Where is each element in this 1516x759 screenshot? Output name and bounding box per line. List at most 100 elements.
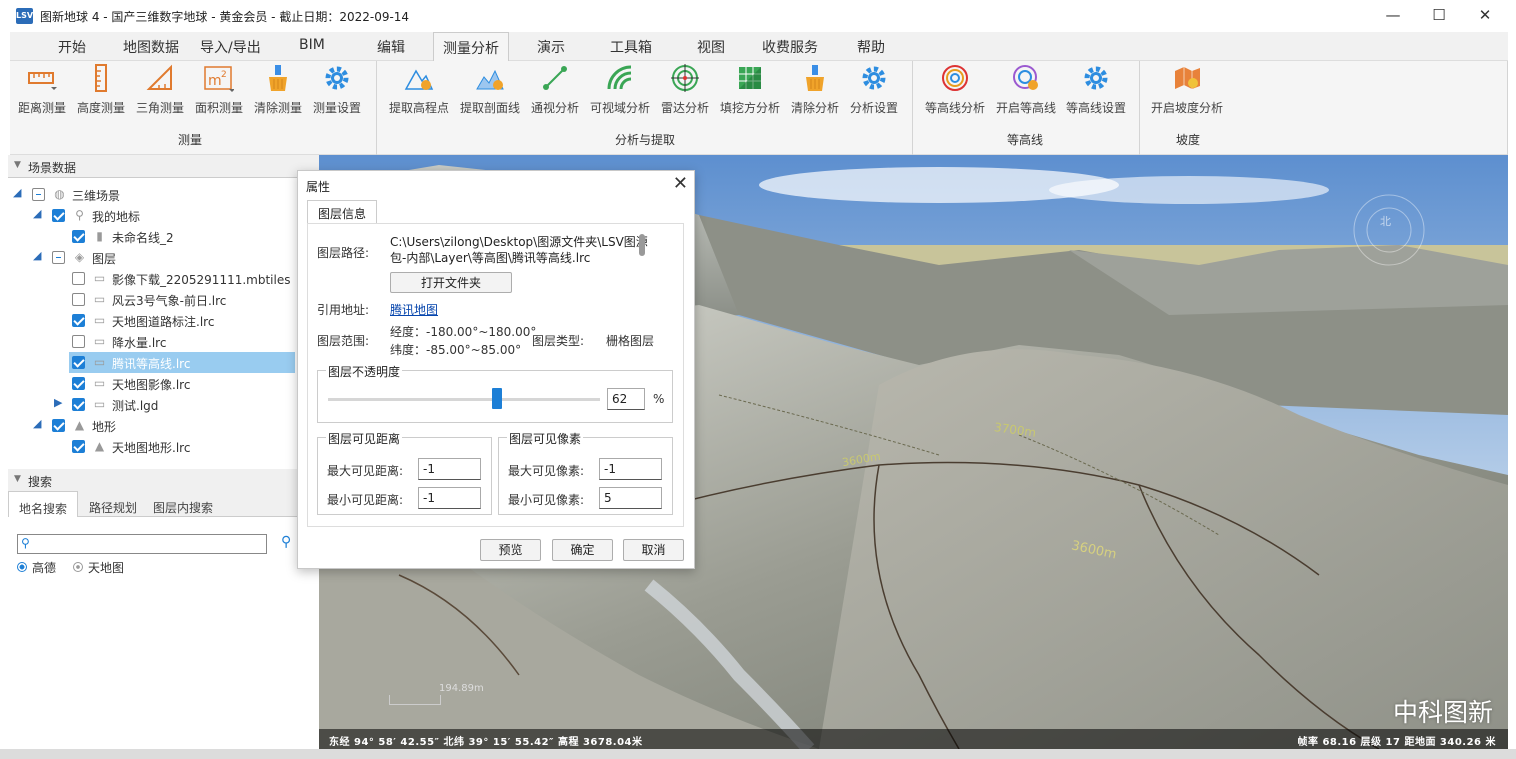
search-input[interactable]: ⚲ [17,534,267,554]
checkbox[interactable] [72,272,85,285]
search-tabs: 地名搜索 路径规划 图层内搜索 [8,491,319,517]
cancel-button[interactable]: 取消 [623,539,684,561]
tab-route-planning[interactable]: 路径规划 [89,499,137,516]
visible-distance-group: 图层可见距离 最大可见距离: -1 最小可见距离: -1 [317,430,492,515]
viewshed-button[interactable]: 可视域分析 [590,63,650,116]
ref-link[interactable]: 腾讯地图 [390,301,438,318]
tab-help[interactable]: 帮助 [857,37,885,57]
tree-node-layer[interactable]: ▭ 降水量.lrc [8,331,319,352]
checkbox[interactable] [72,356,85,369]
expand-arrow-icon[interactable]: ◢ [33,418,43,429]
checkbox[interactable] [72,335,85,348]
tab-measure-analysis[interactable]: 测量分析 [433,32,509,62]
checkbox[interactable] [32,188,45,201]
tab-edit[interactable]: 编辑 [377,37,405,57]
tab-place-search[interactable]: 地名搜索 [8,491,79,517]
analysis-settings-button[interactable]: 分析设置 [850,63,898,116]
max-distance-input[interactable]: -1 [418,458,481,480]
opacity-slider-thumb[interactable] [491,388,502,409]
height-measure-button[interactable]: 高度测量 [77,63,125,116]
expand-arrow-icon[interactable]: ▶ [54,397,64,408]
window-title: 图新地球 4 - 国产三维数字地球 - 黄金会员 - 截止日期：2022-09-… [40,10,410,24]
cut-fill-grid-icon [735,63,765,93]
radar-analysis-button[interactable]: 雷达分析 [661,63,709,116]
scene-data-header[interactable]: ▼ 场景数据 [8,155,319,177]
extract-elevation-button[interactable]: 提取高程点 [389,63,449,116]
min-pixels-input[interactable]: 5 [599,487,662,509]
open-folder-button[interactable]: 打开文件夹 [390,272,512,293]
expand-arrow-icon[interactable]: ◢ [33,208,43,219]
latitude-range: 纬度：-85.00°~85.00° [390,343,522,357]
tree-node-3d-scene[interactable]: ◢ ◍ 三维场景 [8,184,319,205]
contour-settings-button[interactable]: 等高线设置 [1066,63,1126,116]
tree-node-layer[interactable]: ▭ 影像下载_2205291111.mbtiles [8,268,319,289]
tree-label: 影像下载_2205291111.mbtiles [112,273,291,287]
ribbon-panel: 距离测量 高度测量 三角测量 m2 面积测量 清除测量 测量设置 测量 提取高程… [10,61,1508,155]
tab-demo[interactable]: 演示 [537,37,565,57]
tree-node-layer[interactable]: ▶ ▭ 测试.lgd [8,394,319,415]
minimize-button[interactable]: — [1370,0,1416,32]
tab-layer-info[interactable]: 图层信息 [307,200,378,224]
min-distance-label: 最小可见距离: [327,493,404,507]
clear-measure-button[interactable]: 清除测量 [254,63,302,116]
tree-node-my-landmarks[interactable]: ◢ ⚲ 我的地标 [8,205,319,226]
tree-node-layer[interactable]: ▲ 天地图地形.lrc [8,436,319,457]
search-icon[interactable]: ⚲ [281,534,291,550]
dialog-close-icon[interactable]: ✕ [673,173,688,194]
tree-node-layer-selected[interactable]: ▭ 腾讯等高线.lrc [69,352,295,373]
max-pixels-label: 最大可见像素: [508,464,585,478]
type-label: 图层类型: [532,334,585,348]
checkbox[interactable] [52,419,65,432]
radio-gaode[interactable] [17,562,27,572]
close-button[interactable]: ✕ [1462,0,1508,32]
preview-button[interactable]: 预览 [480,539,541,561]
tree-node-terrain[interactable]: ◢ ▲ 地形 [8,415,319,436]
checkbox[interactable] [72,314,85,327]
triangle-measure-button[interactable]: 三角测量 [136,63,184,116]
area-measure-button[interactable]: m2 面积测量 [195,63,243,116]
min-distance-input[interactable]: -1 [418,487,481,509]
tab-layer-search[interactable]: 图层内搜索 [153,499,213,516]
checkbox[interactable] [52,251,65,264]
expand-arrow-icon[interactable]: ◢ [13,187,23,198]
expand-arrow-icon[interactable]: ◢ [33,250,43,261]
checkbox[interactable] [72,377,85,390]
checkbox[interactable] [72,230,85,243]
enable-slope-button[interactable]: 开启坡度分析 [1151,63,1223,116]
tree-node-line[interactable]: ▮ 未命名线_2 [8,226,319,247]
maximize-button[interactable]: ☐ [1416,0,1462,32]
tab-import-export[interactable]: 导入/导出 [200,37,261,57]
checkbox[interactable] [72,293,85,306]
enable-contour-button[interactable]: 开启等高线 [996,63,1056,116]
tab-bim[interactable]: BIM [299,37,325,53]
distance-measure-button[interactable]: 距离测量 [18,63,66,116]
measure-settings-button[interactable]: 测量设置 [313,63,361,116]
cut-fill-button[interactable]: 填挖方分析 [720,63,780,116]
checkbox[interactable] [52,209,65,222]
gear-icon [1081,63,1111,93]
tree-node-layer[interactable]: ▭ 天地图影像.lrc [8,373,319,394]
clear-analysis-button[interactable]: 清除分析 [791,63,839,116]
radio-tianditu[interactable] [73,562,83,572]
extract-profile-button[interactable]: 提取剖面线 [460,63,520,116]
max-pixels-input[interactable]: -1 [599,458,662,480]
checkbox[interactable] [72,440,85,453]
tab-start[interactable]: 开始 [58,37,86,57]
tab-view[interactable]: 视图 [697,37,725,57]
opacity-slider-track[interactable] [328,398,600,401]
tab-toolbox[interactable]: 工具箱 [610,37,652,57]
tree-node-layers[interactable]: ◢ ◈ 图层 [8,247,319,268]
tree-node-layer[interactable]: ▭ 天地图道路标注.lrc [8,310,319,331]
checkbox[interactable] [72,398,85,411]
watermark: 中科图新 [1393,698,1494,727]
search-header[interactable]: ▼ 搜索 [8,469,319,491]
path-scrollbar[interactable] [639,234,645,256]
compass-north-label[interactable]: 北 [1380,213,1391,229]
line-of-sight-button[interactable]: 通视分析 [531,63,579,116]
contour-analysis-button[interactable]: 等高线分析 [925,63,985,116]
opacity-input[interactable]: 62 [607,388,645,410]
tab-map-data[interactable]: 地图数据 [123,37,179,57]
ok-button[interactable]: 确定 [552,539,613,561]
tab-paid-services[interactable]: 收费服务 [762,37,818,57]
tree-node-layer[interactable]: ▭ 风云3号气象-前日.lrc [8,289,319,310]
